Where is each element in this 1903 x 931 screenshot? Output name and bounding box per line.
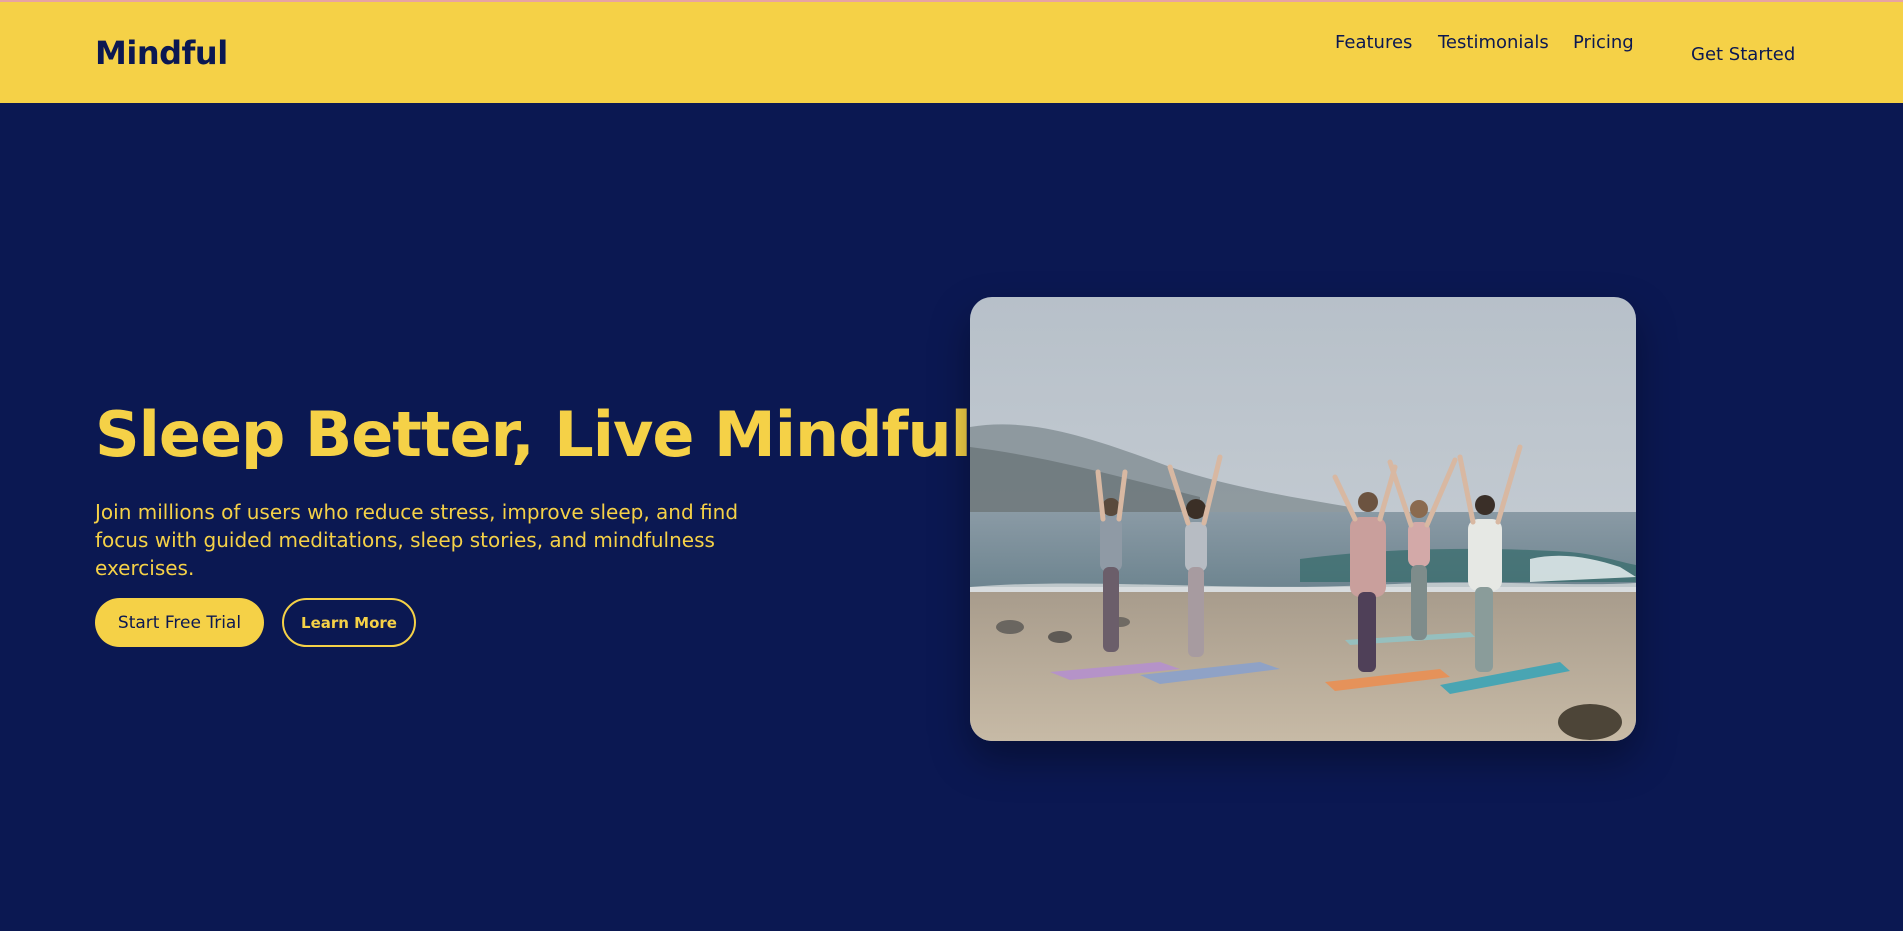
brand-logo[interactable]: Mindful xyxy=(95,34,228,72)
hero-title: Sleep Better, Live Mindfully xyxy=(95,398,1032,471)
site-header: Mindful Features Testimonials Pricing Ge… xyxy=(0,2,1903,103)
hero-subtitle: Join millions of users who reduce stress… xyxy=(95,500,739,580)
nav-link-pricing[interactable]: Pricing xyxy=(1573,32,1634,53)
hero-image xyxy=(970,297,1636,741)
learn-more-button[interactable]: Learn More xyxy=(282,598,416,647)
start-free-trial-button[interactable]: Start Free Trial xyxy=(95,598,264,647)
get-started-link[interactable]: Get Started xyxy=(1691,44,1795,65)
yoga-beach-photo-icon xyxy=(970,297,1636,741)
nav-link-features[interactable]: Features xyxy=(1335,32,1412,53)
nav-link-testimonials[interactable]: Testimonials xyxy=(1438,32,1549,53)
